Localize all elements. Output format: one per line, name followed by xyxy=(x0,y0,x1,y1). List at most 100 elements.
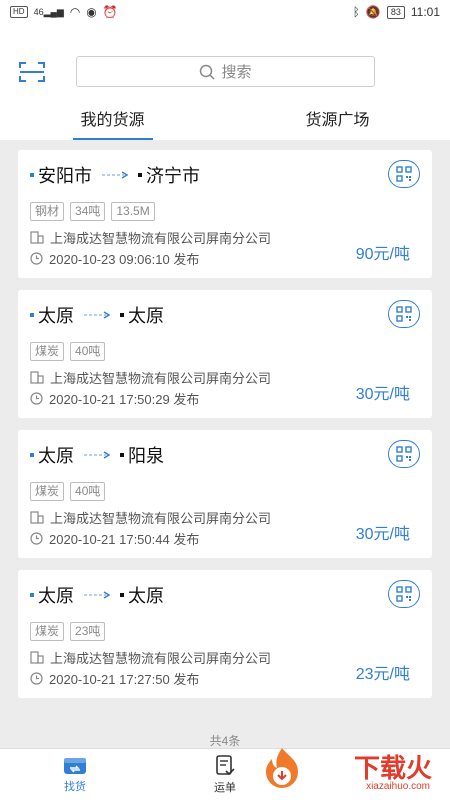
tag: 煤炭 xyxy=(30,482,65,501)
origin-city: 太原 xyxy=(38,306,74,326)
publish-time: 2020-10-21 17:50:29 发布 xyxy=(49,392,200,407)
route: 太原 太原 xyxy=(30,582,164,608)
mute-icon: 🔕 xyxy=(365,5,381,19)
destination-city: 阳泉 xyxy=(128,446,164,466)
qr-code-icon xyxy=(396,446,412,462)
destination-city: 太原 xyxy=(128,306,164,326)
signal-icon: 46▂▄▆ xyxy=(33,6,64,17)
origin-dot xyxy=(30,313,34,317)
header: 搜索 我的货源 货源广场 xyxy=(0,24,450,140)
clock-icon xyxy=(30,532,43,545)
destination-city: 济宁市 xyxy=(146,166,200,186)
route: 太原 太原 xyxy=(30,302,164,328)
cargo-card[interactable]: 安阳市 济宁市 钢材 34吨 13.5M 上海成达智慧物流有限公司屏南分公司 2… xyxy=(18,150,432,278)
tag-list: 煤炭 23吨 xyxy=(30,622,106,641)
search-placeholder: 搜索 xyxy=(221,64,252,81)
scan-button[interactable] xyxy=(18,60,46,84)
tag: 23吨 xyxy=(70,622,106,641)
tab-cargo-square[interactable]: 货源广场 xyxy=(225,104,450,140)
destination-city: 太原 xyxy=(128,586,164,606)
destination-dot xyxy=(120,453,124,457)
clock-icon xyxy=(30,252,43,265)
qr-code-button[interactable] xyxy=(388,440,420,468)
time-row: 2020-10-21 17:50:29 发布 xyxy=(30,389,199,408)
tag: 13.5M xyxy=(111,202,155,221)
nav-label: 运单 xyxy=(214,781,236,794)
time-row: 2020-10-21 17:50:44 发布 xyxy=(30,529,199,548)
tag-list: 钢材 34吨 13.5M xyxy=(30,202,155,221)
route: 安阳市 济宁市 xyxy=(30,162,200,188)
qr-code-icon xyxy=(396,306,412,322)
publish-time: 2020-10-23 09:06:10 发布 xyxy=(49,252,200,267)
building-icon xyxy=(30,231,44,244)
origin-city: 安阳市 xyxy=(38,166,92,186)
wifi-icon: ◠ xyxy=(69,5,81,19)
origin-city: 太原 xyxy=(38,586,74,606)
nav-label: 找货 xyxy=(64,780,86,793)
tag: 煤炭 xyxy=(30,622,65,641)
qr-code-button[interactable] xyxy=(388,300,420,328)
cargo-card[interactable]: 太原 太原 煤炭 40吨 上海成达智慧物流有限公司屏南分公司 2020-10-2… xyxy=(18,290,432,418)
cargo-card[interactable]: 太原 太原 煤炭 23吨 上海成达智慧物流有限公司屏南分公司 2020-10-2… xyxy=(18,570,432,698)
qr-code-button[interactable] xyxy=(388,160,420,188)
company-name: 上海成达智慧物流有限公司屏南分公司 xyxy=(50,371,272,386)
tag: 钢材 xyxy=(30,202,65,221)
destination-dot xyxy=(120,313,124,317)
origin-dot xyxy=(30,453,34,457)
tag: 40吨 xyxy=(70,342,106,361)
qr-code-button[interactable] xyxy=(388,580,420,608)
time-row: 2020-10-21 17:27:50 发布 xyxy=(30,669,199,688)
route: 太原 阳泉 xyxy=(30,442,164,468)
time-row: 2020-10-23 09:06:10 发布 xyxy=(30,249,199,268)
company-row: 上海成达智慧物流有限公司屏南分公司 xyxy=(30,508,271,527)
destination-dot xyxy=(138,173,142,177)
route-arrow-icon xyxy=(84,591,110,599)
origin-dot xyxy=(30,173,34,177)
price: 90元/吨 xyxy=(355,246,410,263)
building-icon xyxy=(30,651,44,664)
price: 23元/吨 xyxy=(355,666,410,683)
tag-list: 煤炭 40吨 xyxy=(30,482,106,501)
route-arrow-icon xyxy=(84,311,110,319)
origin-dot xyxy=(30,593,34,597)
battery-indicator: 83 xyxy=(386,5,405,19)
clock-icon xyxy=(30,392,43,405)
search-icon xyxy=(200,64,216,80)
company-row: 上海成达智慧物流有限公司屏南分公司 xyxy=(30,228,271,247)
cargo-card[interactable]: 太原 阳泉 煤炭 40吨 上海成达智慧物流有限公司屏南分公司 2020-10-2… xyxy=(18,430,432,558)
hd-badge: HD xyxy=(10,6,28,18)
scan-icon xyxy=(19,62,45,82)
status-time: 11:01 xyxy=(410,5,440,19)
company-name: 上海成达智慧物流有限公司屏南分公司 xyxy=(50,231,272,246)
truck-box-icon xyxy=(64,757,86,774)
tab-my-cargo[interactable]: 我的货源 xyxy=(0,104,225,140)
search-input[interactable]: 搜索 xyxy=(76,56,375,87)
route-arrow-icon xyxy=(84,451,110,459)
company-row: 上海成达智慧物流有限公司屏南分公司 xyxy=(30,368,271,387)
publish-time: 2020-10-21 17:27:50 发布 xyxy=(49,672,200,687)
price: 30元/吨 xyxy=(355,386,410,403)
watermark-logo: 下载火 xiazaihuo.com xyxy=(256,746,442,794)
waybill-icon xyxy=(216,754,235,775)
tab-bar: 我的货源 货源广场 xyxy=(0,104,450,140)
tag: 煤炭 xyxy=(30,342,65,361)
company-row: 上海成达智慧物流有限公司屏南分公司 xyxy=(30,648,271,667)
building-icon xyxy=(30,371,44,384)
watermark-url: xiazaihuo.com xyxy=(366,781,430,792)
company-name: 上海成达智慧物流有限公司屏南分公司 xyxy=(50,511,272,526)
tag-list: 煤炭 40吨 xyxy=(30,342,106,361)
qr-code-icon xyxy=(396,586,412,602)
price: 30元/吨 xyxy=(355,526,410,543)
bluetooth-icon: ᛒ xyxy=(352,5,360,19)
flame-icon xyxy=(266,748,298,788)
nav-find-cargo[interactable]: 找货 xyxy=(0,749,150,800)
building-icon xyxy=(30,511,44,524)
company-name: 上海成达智慧物流有限公司屏南分公司 xyxy=(50,651,272,666)
tag: 34吨 xyxy=(70,202,106,221)
route-arrow-icon xyxy=(102,171,128,179)
alarm-icon: ⏰ xyxy=(102,5,118,19)
origin-city: 太原 xyxy=(38,446,74,466)
tag: 40吨 xyxy=(70,482,106,501)
destination-dot xyxy=(120,593,124,597)
status-bar: HD 46▂▄▆ ◠ ◉ ⏰ ᛒ 🔕 83 11:01 xyxy=(0,0,450,24)
